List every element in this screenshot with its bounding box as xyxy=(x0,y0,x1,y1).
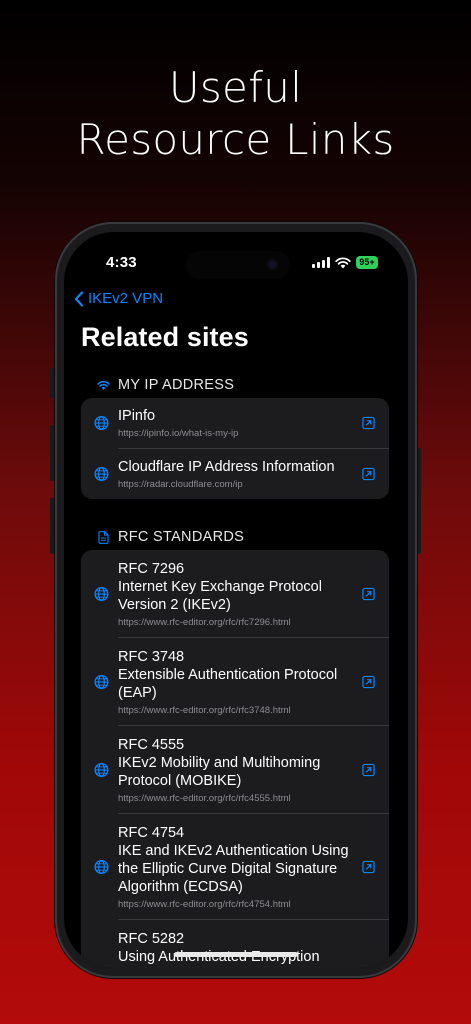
rfc-name: Extensible Authentication Protocol (EAP) xyxy=(118,667,338,701)
external-link-icon[interactable] xyxy=(362,467,375,481)
section-header-label: RFC STANDARDS xyxy=(118,529,245,545)
globe-icon xyxy=(94,859,109,874)
status-icons: 95+ xyxy=(312,256,378,269)
dynamic-island xyxy=(186,251,290,279)
link-row-rfc5282[interactable]: RFC 5282 Using Authenticated Encryption xyxy=(118,920,389,968)
link-url: https://ipinfo.io/what-is-my-ip xyxy=(118,428,239,439)
promo-line-1: Useful xyxy=(168,63,303,112)
rfc-name: Internet Key Exchange Protocol Version 2… xyxy=(118,579,322,613)
cellular-signal-icon xyxy=(312,257,330,268)
status-time: 4:33 xyxy=(106,254,137,271)
chevron-left-icon xyxy=(74,290,84,307)
section-header-my-ip: MY IP ADDRESS xyxy=(96,377,234,393)
rfc-name: Using Authenticated Encryption xyxy=(118,949,320,965)
external-link-icon[interactable] xyxy=(362,860,375,873)
link-title: IPinfo xyxy=(118,408,156,424)
rfc-number: RFC 7296 xyxy=(118,561,185,577)
rfc-links-group: RFC 7296 Internet Key Exchange Protocol … xyxy=(81,550,389,968)
home-indicator[interactable] xyxy=(174,952,298,957)
rfc-number: RFC 3748 xyxy=(118,649,185,665)
rfc-name: IKEv2 Mobility and Multihoming Protocol … xyxy=(118,755,321,789)
globe-icon xyxy=(94,674,109,689)
link-row-rfc7296[interactable]: RFC 7296 Internet Key Exchange Protocol … xyxy=(94,550,389,638)
section-header-rfc: RFC STANDARDS xyxy=(96,529,244,545)
link-url: https://www.rfc-editor.org/rfc/rfc4555.h… xyxy=(118,793,291,804)
external-link-icon[interactable] xyxy=(362,675,375,688)
link-url: https://www.rfc-editor.org/rfc/rfc3748.h… xyxy=(118,705,291,716)
back-button-label: IKEv2 VPN xyxy=(88,290,164,307)
back-button[interactable]: IKEv2 VPN xyxy=(74,290,163,307)
section-header-label: MY IP ADDRESS xyxy=(118,377,235,393)
page-title: Related sites xyxy=(81,322,249,352)
my-ip-links-group: IPinfo https://ipinfo.io/what-is-my-ip C… xyxy=(81,398,389,499)
rfc-number: RFC 5282 xyxy=(118,931,185,947)
link-row-rfc4754[interactable]: RFC 4754 IKE and IKEv2 Authentication Us… xyxy=(94,814,389,920)
link-row-rfc4555[interactable]: RFC 4555 IKEv2 Mobility and Multihoming … xyxy=(94,726,389,814)
rfc-number: RFC 4555 xyxy=(118,737,185,753)
globe-icon xyxy=(94,466,109,482)
wifi-status-icon xyxy=(335,256,351,268)
link-url: https://www.rfc-editor.org/rfc/rfc4754.h… xyxy=(118,899,291,910)
globe-icon xyxy=(94,415,109,431)
rfc-name: IKE and IKEv2 Authentication Using the E… xyxy=(118,843,349,895)
external-link-icon[interactable] xyxy=(362,763,375,776)
external-link-icon[interactable] xyxy=(362,587,375,600)
globe-icon xyxy=(94,586,109,601)
battery-indicator: 95+ xyxy=(356,256,378,269)
link-row-ipinfo[interactable]: IPinfo https://ipinfo.io/what-is-my-ip xyxy=(94,398,389,449)
link-row-rfc3748[interactable]: RFC 3748 Extensible Authentication Proto… xyxy=(94,638,389,726)
document-icon xyxy=(96,530,110,544)
camera-lens xyxy=(267,259,278,270)
wifi-icon xyxy=(96,378,110,392)
globe-icon xyxy=(94,762,109,777)
promo-line-2: Resource Links xyxy=(76,115,395,164)
promo-headline: Useful Resource Links xyxy=(0,62,471,166)
link-title: Cloudflare IP Address Information xyxy=(118,459,335,475)
link-url: https://radar.cloudflare.com/ip xyxy=(118,479,243,490)
rfc-number: RFC 4754 xyxy=(118,825,185,841)
link-row-cloudflare[interactable]: Cloudflare IP Address Information https:… xyxy=(94,449,389,499)
link-url: https://www.rfc-editor.org/rfc/rfc7296.h… xyxy=(118,617,291,628)
phone-screen: 4:33 95+ IKEv2 VPN Related sites MY IP A… xyxy=(64,232,408,968)
external-link-icon[interactable] xyxy=(362,416,375,430)
